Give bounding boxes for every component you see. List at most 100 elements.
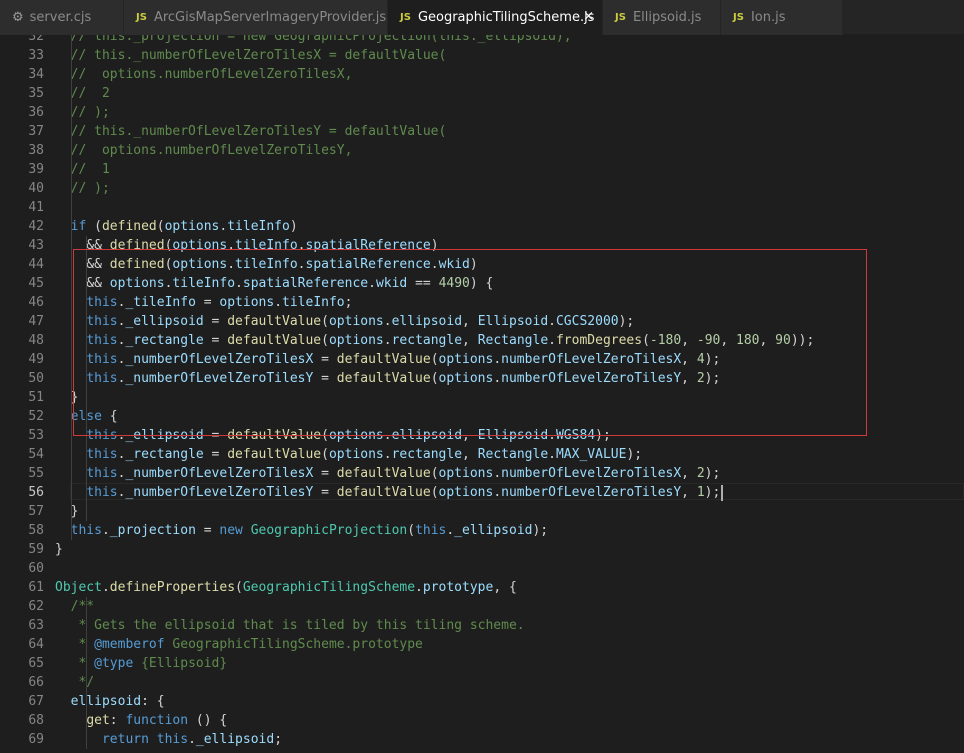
tab-label: GeographicTilingScheme.js	[417, 10, 595, 25]
code-line: 42 if (defined(options.tileInfo)	[0, 217, 964, 236]
code-text: this._numberOfLevelZeroTilesX = defaultV…	[86, 352, 721, 367]
line-number: 65	[28, 656, 44, 671]
code-line: 51 }	[0, 388, 964, 407]
code-line: 54 this._rectangle = defaultValue(option…	[0, 445, 964, 464]
code-text: * Gets the ellipsoid that is tiled by th…	[70, 618, 525, 633]
line-number: 52	[28, 409, 44, 424]
code-text: // );	[70, 105, 110, 120]
code-line: 34 // options.numberOfLevelZeroTilesX,	[0, 65, 964, 84]
line-number: 42	[28, 219, 44, 234]
line-number: 57	[28, 504, 44, 519]
code-line: 56 this._numberOfLevelZeroTilesY = defau…	[0, 483, 964, 502]
tab-server-cjs[interactable]: ⚙ server.cjs	[0, 0, 124, 35]
line-number: 69	[28, 732, 44, 747]
code-text: this._numberOfLevelZeroTilesY = defaultV…	[86, 371, 721, 386]
code-line: 52 else {	[0, 407, 964, 426]
code-line: 67 ellipsoid: {	[0, 692, 964, 711]
close-icon[interactable]: ×	[583, 9, 594, 24]
line-number: 34	[28, 67, 44, 82]
code-text: }	[70, 504, 79, 519]
code-line: 65 * @type {Ellipsoid}	[0, 654, 964, 673]
code-text: ellipsoid: {	[70, 694, 165, 709]
line-number: 33	[28, 48, 44, 63]
line-number: 40	[28, 181, 44, 196]
tab-label: ArcGisMapServerImageryProvider.js	[153, 10, 387, 25]
code-text: // options.numberOfLevelZeroTilesX,	[70, 67, 353, 82]
code-text: // options.numberOfLevelZeroTilesY,	[70, 143, 353, 158]
line-number: 32	[28, 35, 44, 44]
tab-ion-js[interactable]: JS Ion.js	[721, 0, 843, 35]
code-line: 33 // this._numberOfLevelZeroTilesX = de…	[0, 46, 964, 65]
line-number: 50	[28, 371, 44, 386]
code-line: 66 */	[0, 673, 964, 692]
tab-geographictilingscheme-js[interactable]: JS GeographicTilingScheme.js ×	[388, 0, 603, 35]
tab-arcgismapserverimageryprovider-js[interactable]: JS ArcGisMapServerImageryProvider.js	[124, 0, 388, 35]
indent-guide	[71, 35, 72, 540]
line-number: 43	[28, 238, 44, 253]
code-text: this._tileInfo = options.tileInfo;	[86, 295, 353, 310]
code-text: * @type {Ellipsoid}	[70, 656, 228, 671]
line-number: 56	[28, 485, 44, 500]
code-text: if (defined(options.tileInfo)	[70, 219, 298, 234]
code-line: 64 * @memberof GeographicTilingScheme.pr…	[0, 635, 964, 654]
code-line: 60	[0, 559, 964, 578]
code-line: 69 return this._ellipsoid;	[0, 730, 964, 749]
code-text: this._projection = new GeographicProject…	[70, 523, 549, 538]
js-file-icon: JS	[615, 12, 626, 23]
code-text: this._numberOfLevelZeroTilesY = defaultV…	[55, 483, 724, 502]
code-editor[interactable]: 32 // this._projection = new GeographicP…	[0, 35, 964, 753]
line-number: 67	[28, 694, 44, 709]
code-line: 59}	[0, 540, 964, 559]
code-text: get: function () {	[86, 713, 228, 728]
code-text: * @memberof GeographicTilingScheme.proto…	[70, 637, 423, 652]
code-line: 36 // );	[0, 103, 964, 122]
code-line: 41	[0, 198, 964, 217]
gear-icon: ⚙	[12, 10, 24, 25]
code-text: // 1	[70, 162, 110, 177]
line-number: 58	[28, 523, 44, 538]
code-text: }	[70, 390, 79, 405]
code-text: && options.tileInfo.spatialReference.wki…	[70, 276, 494, 291]
line-number: 49	[28, 352, 44, 367]
line-number: 66	[28, 675, 44, 690]
line-number: 39	[28, 162, 44, 177]
line-number: 60	[28, 561, 44, 576]
line-number: 36	[28, 105, 44, 120]
line-number: 54	[28, 447, 44, 462]
line-number: 47	[28, 314, 44, 329]
line-number: 48	[28, 333, 44, 348]
code-text: */	[70, 675, 95, 690]
tab-label: Ion.js	[750, 10, 786, 25]
code-line: 40 // );	[0, 179, 964, 198]
code-line: 47 this._ellipsoid = defaultValue(option…	[0, 312, 964, 331]
tab-ellipsoid-js[interactable]: JS Ellipsoid.js	[603, 0, 721, 35]
code-line: 44 && defined(options.tileInfo.spatialRe…	[0, 255, 964, 274]
code-line: 50 this._numberOfLevelZeroTilesY = defau…	[0, 369, 964, 388]
line-number: 41	[28, 200, 44, 215]
line-number: 44	[28, 257, 44, 272]
code-line: 68 get: function () {	[0, 711, 964, 730]
js-file-icon: JS	[136, 12, 147, 23]
line-number: 35	[28, 86, 44, 101]
code-line: 58 this._projection = new GeographicProj…	[0, 521, 964, 540]
code-line: 45 && options.tileInfo.spatialReference.…	[0, 274, 964, 293]
text-cursor	[721, 484, 724, 501]
code-text: && defined(options.tileInfo.spatialRefer…	[70, 257, 478, 272]
line-number: 45	[28, 276, 44, 291]
line-number: 46	[28, 295, 44, 310]
code-line: 49 this._numberOfLevelZeroTilesX = defau…	[0, 350, 964, 369]
indent-guide	[86, 236, 87, 426]
line-number: 38	[28, 143, 44, 158]
code-text: this._numberOfLevelZeroTilesX = defaultV…	[86, 466, 721, 481]
code-text: }	[55, 542, 63, 557]
line-number: 51	[28, 390, 44, 405]
tab-label: Ellipsoid.js	[632, 10, 702, 25]
code-text: this._ellipsoid = defaultValue(options.e…	[86, 314, 635, 329]
line-number: 59	[28, 542, 44, 557]
code-line: 35 // 2	[0, 84, 964, 103]
line-number: 37	[28, 124, 44, 139]
line-number: 63	[28, 618, 44, 633]
js-file-icon: JS	[400, 12, 411, 23]
indent-guide	[86, 426, 87, 521]
